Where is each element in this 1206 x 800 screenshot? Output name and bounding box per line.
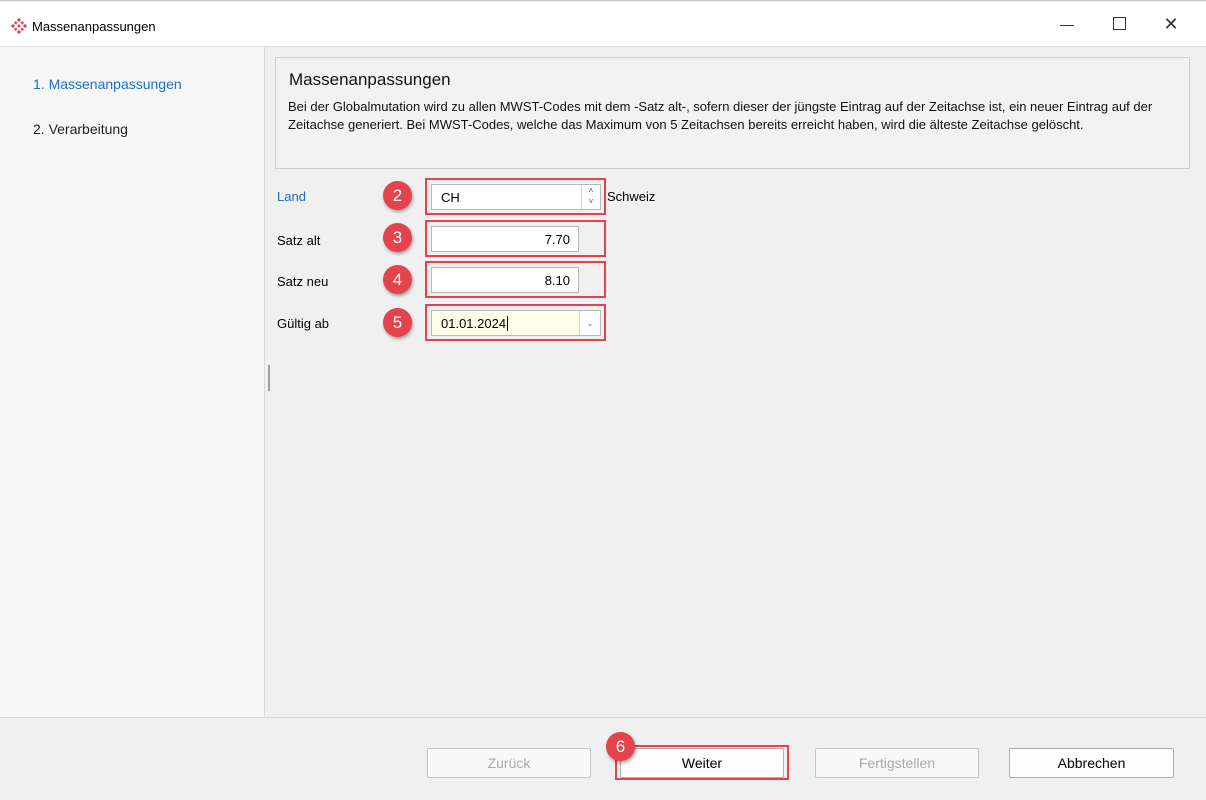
gueltig-ab-label: Gültig ab [277,316,330,331]
next-button[interactable]: Weiter [620,748,784,778]
annotation-badge-2: 2 [383,181,412,210]
country-name: Schweiz [607,189,656,204]
annotation-highlight-satz-neu [425,261,606,298]
annotation-highlight-land [425,178,606,215]
finish-button[interactable]: Fertigstellen [815,748,979,778]
satz-alt-label: Satz alt [277,233,321,248]
title-bar: Massenanpassungen ✕ [0,2,1206,47]
wizard-steps-nav: 1. Massenanpassungen 2. Verarbeitung [0,47,265,717]
close-button[interactable]: ✕ [1148,4,1194,44]
annotation-badge-6: 6 [606,732,635,761]
satz-neu-label: Satz neu [277,274,329,289]
annotation-highlight-gueltig-ab [425,304,606,341]
info-description: Bei der Globalmutation wird zu allen MWS… [288,99,1153,132]
wizard-window: Massenanpassungen ✕ 1. Massenanpassungen… [0,0,1206,800]
annotation-badge-3: 3 [383,223,412,252]
splitter-handle[interactable] [268,365,270,391]
nav-step-massenanpassungen[interactable]: 1. Massenanpassungen [33,76,182,92]
annotation-highlight-satz-alt [425,220,606,257]
maximize-button[interactable] [1096,4,1142,44]
annotation-badge-5: 5 [383,308,412,337]
back-button[interactable]: Zurück [427,748,591,778]
info-panel: Massenanpassungen Bei der Globalmutation… [275,57,1190,169]
land-label[interactable]: Land [277,189,306,204]
cancel-button[interactable]: Abbrechen [1009,748,1174,778]
nav-step-verarbeitung[interactable]: 2. Verarbeitung [33,121,128,137]
info-title: Massenanpassungen [289,70,451,89]
annotation-badge-4: 4 [383,265,412,294]
window-title: Massenanpassungen [32,19,156,34]
footer-divider [0,717,1206,718]
minimize-button[interactable] [1044,4,1090,44]
app-logo-icon [11,18,27,34]
